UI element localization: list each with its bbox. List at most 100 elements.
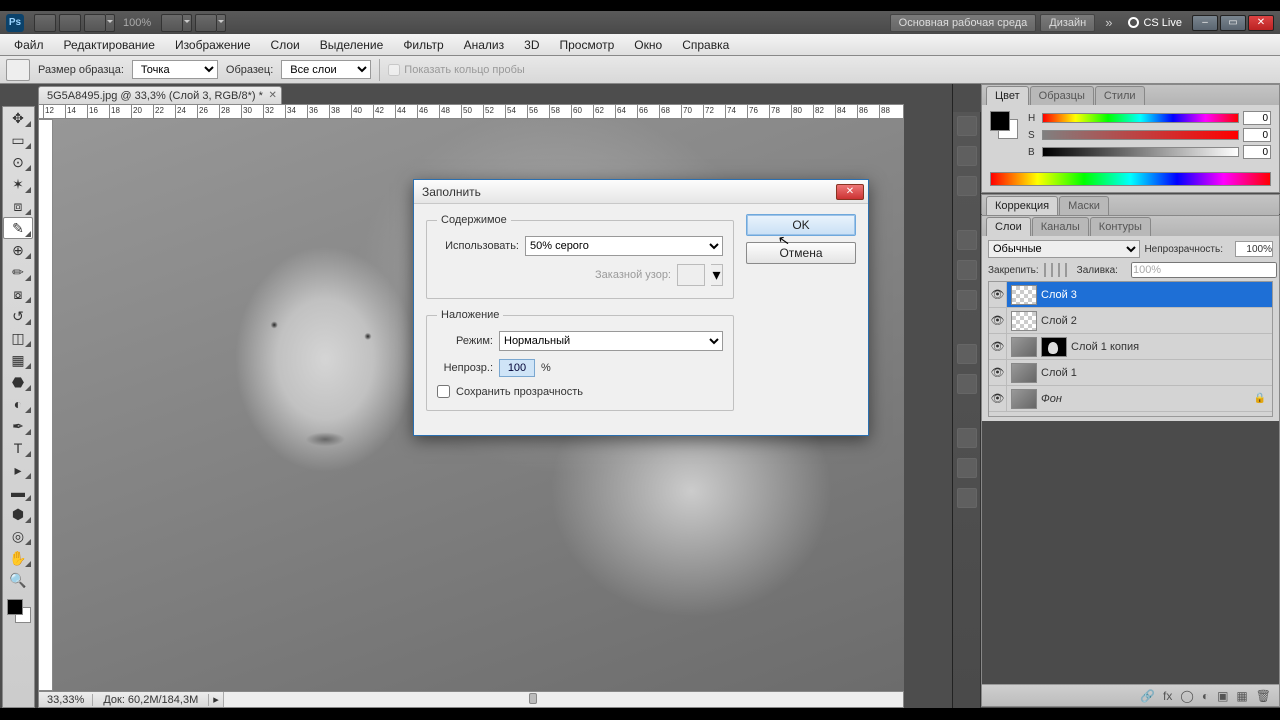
lock-transparency-button[interactable] bbox=[1044, 263, 1046, 277]
layer-fx-button[interactable]: fx bbox=[1163, 689, 1172, 703]
sample-size-select[interactable]: Точка bbox=[132, 60, 218, 79]
layer-name[interactable]: Слой 3 bbox=[1041, 289, 1266, 301]
layer-row[interactable]: 👁Фон🔒 bbox=[989, 386, 1272, 412]
extras-dropdown[interactable] bbox=[217, 14, 226, 32]
collapsed-panel-icon[interactable] bbox=[957, 176, 977, 196]
workspace-more-button[interactable]: » bbox=[1105, 15, 1112, 30]
tab-styles[interactable]: Стили bbox=[1095, 86, 1145, 105]
visibility-toggle[interactable]: 👁 bbox=[989, 308, 1007, 333]
tab-channels[interactable]: Каналы bbox=[1032, 217, 1089, 236]
adjustment-layer-button[interactable]: ◐ bbox=[1202, 689, 1209, 703]
panel-color-swatches[interactable] bbox=[990, 111, 1018, 139]
history-brush-tool[interactable]: ↺ bbox=[3, 305, 33, 327]
layer-thumbnail[interactable] bbox=[1011, 311, 1037, 331]
crop-tool[interactable]: ⧈ bbox=[3, 195, 33, 217]
color-spectrum[interactable] bbox=[990, 172, 1271, 186]
layer-name[interactable]: Слой 2 bbox=[1041, 315, 1266, 327]
arrange-docs-button[interactable] bbox=[161, 14, 183, 32]
workspace-design-button[interactable]: Дизайн bbox=[1040, 14, 1095, 32]
status-zoom[interactable]: 33,33% bbox=[39, 694, 93, 706]
link-layers-button[interactable]: 🔗 bbox=[1140, 689, 1155, 703]
preserve-transparency-checkbox[interactable] bbox=[437, 385, 450, 398]
layer-name[interactable]: Слой 1 копия bbox=[1071, 341, 1266, 353]
layer-thumbnail[interactable] bbox=[1011, 389, 1037, 409]
menu-filter[interactable]: Фильтр bbox=[393, 35, 453, 55]
lock-position-button[interactable] bbox=[1058, 263, 1060, 277]
move-tool[interactable]: ✥ bbox=[3, 107, 33, 129]
path-select-tool[interactable]: ▸ bbox=[3, 459, 33, 481]
visibility-toggle[interactable]: 👁 bbox=[989, 386, 1007, 411]
marquee-tool[interactable]: ▭ bbox=[3, 129, 33, 151]
gradient-tool[interactable]: ▦ bbox=[3, 349, 33, 371]
layer-thumbnail[interactable] bbox=[1011, 285, 1037, 305]
layer-row[interactable]: 👁Слой 3 bbox=[989, 282, 1272, 308]
cancel-button[interactable]: Отмена bbox=[746, 242, 856, 264]
close-tab-button[interactable]: ✕ bbox=[268, 90, 276, 101]
eraser-tool[interactable]: ◫ bbox=[3, 327, 33, 349]
menu-select[interactable]: Выделение bbox=[310, 35, 394, 55]
menu-window[interactable]: Окно bbox=[624, 35, 672, 55]
zoom-level[interactable]: 100% bbox=[123, 17, 151, 29]
sample-from-select[interactable]: Все слои bbox=[281, 60, 371, 79]
menu-file[interactable]: Файл bbox=[4, 35, 54, 55]
launch-minibridge-button[interactable] bbox=[59, 14, 81, 32]
menu-layer[interactable]: Слои bbox=[261, 35, 310, 55]
mode-select[interactable]: Нормальный bbox=[499, 331, 723, 351]
3d-tool[interactable]: ⬢ bbox=[3, 503, 33, 525]
collapsed-panel-icon[interactable] bbox=[957, 230, 977, 250]
lasso-tool[interactable]: ⊙ bbox=[3, 151, 33, 173]
type-tool[interactable]: T bbox=[3, 437, 33, 459]
bri-slider[interactable] bbox=[1042, 147, 1239, 157]
layer-name[interactable]: Фон bbox=[1041, 393, 1250, 405]
collapsed-panel-icon[interactable] bbox=[957, 428, 977, 448]
ok-button[interactable]: OK bbox=[746, 214, 856, 236]
horizontal-scrollbar[interactable] bbox=[223, 692, 903, 707]
3d-camera-tool[interactable]: ◎ bbox=[3, 525, 33, 547]
blend-mode-select[interactable]: Обычные bbox=[988, 240, 1140, 258]
brush-tool[interactable]: ✏ bbox=[3, 261, 33, 283]
collapsed-panel-icon[interactable] bbox=[957, 146, 977, 166]
layer-row[interactable]: 👁 Слой 2 bbox=[989, 308, 1272, 334]
visibility-toggle[interactable]: 👁 bbox=[989, 360, 1007, 385]
mask-thumbnail[interactable] bbox=[1041, 337, 1067, 357]
tab-adjustments[interactable]: Коррекция bbox=[986, 196, 1058, 215]
menu-analysis[interactable]: Анализ bbox=[454, 35, 515, 55]
shape-tool[interactable]: ▬ bbox=[3, 481, 33, 503]
new-layer-button[interactable]: ▦ bbox=[1236, 689, 1247, 703]
sat-slider[interactable] bbox=[1042, 130, 1239, 140]
screen-mode-dropdown[interactable] bbox=[106, 14, 115, 32]
tab-swatches[interactable]: Образцы bbox=[1030, 86, 1094, 105]
window-minimize-button[interactable]: – bbox=[1192, 15, 1218, 31]
quick-select-tool[interactable]: ✶ bbox=[3, 173, 33, 195]
menu-help[interactable]: Справка bbox=[672, 35, 739, 55]
cs-live-button[interactable]: CS Live bbox=[1128, 17, 1182, 29]
collapsed-panel-icon[interactable] bbox=[957, 458, 977, 478]
zoom-tool[interactable]: 🔍 bbox=[3, 569, 33, 591]
hue-slider[interactable] bbox=[1042, 113, 1239, 123]
dialog-close-button[interactable]: ✕ bbox=[836, 184, 864, 200]
collapsed-panel-icon[interactable] bbox=[957, 290, 977, 310]
pen-tool[interactable]: ✒ bbox=[3, 415, 33, 437]
window-close-button[interactable]: ✕ bbox=[1248, 15, 1274, 31]
launch-bridge-button[interactable] bbox=[34, 14, 56, 32]
extras-button[interactable] bbox=[195, 14, 217, 32]
sat-input[interactable] bbox=[1243, 128, 1271, 142]
layer-opacity-input[interactable] bbox=[1235, 241, 1273, 257]
tab-masks[interactable]: Маски bbox=[1059, 196, 1109, 215]
menu-3d[interactable]: 3D bbox=[514, 35, 549, 55]
layer-name[interactable]: Слой 1 bbox=[1041, 367, 1266, 379]
status-menu-button[interactable]: ▸ bbox=[209, 693, 223, 706]
arrange-docs-dropdown[interactable] bbox=[183, 14, 192, 32]
menu-view[interactable]: Просмотр bbox=[549, 35, 624, 55]
foreground-color[interactable] bbox=[7, 599, 23, 615]
hue-input[interactable] bbox=[1243, 111, 1271, 125]
layer-row[interactable]: 👁 Слой 1 bbox=[989, 360, 1272, 386]
collapsed-panel-icon[interactable] bbox=[957, 260, 977, 280]
menu-image[interactable]: Изображение bbox=[165, 35, 261, 55]
screen-mode-button[interactable] bbox=[84, 14, 106, 32]
dodge-tool[interactable]: ◐ bbox=[3, 393, 33, 415]
eyedropper-tool[interactable]: ✎ bbox=[3, 217, 33, 239]
document-tab[interactable]: 5G5A8495.jpg @ 33,3% (Слой 3, RGB/8*) *✕ bbox=[38, 86, 282, 104]
tab-color[interactable]: Цвет bbox=[986, 86, 1029, 105]
collapsed-panel-icon[interactable] bbox=[957, 116, 977, 136]
